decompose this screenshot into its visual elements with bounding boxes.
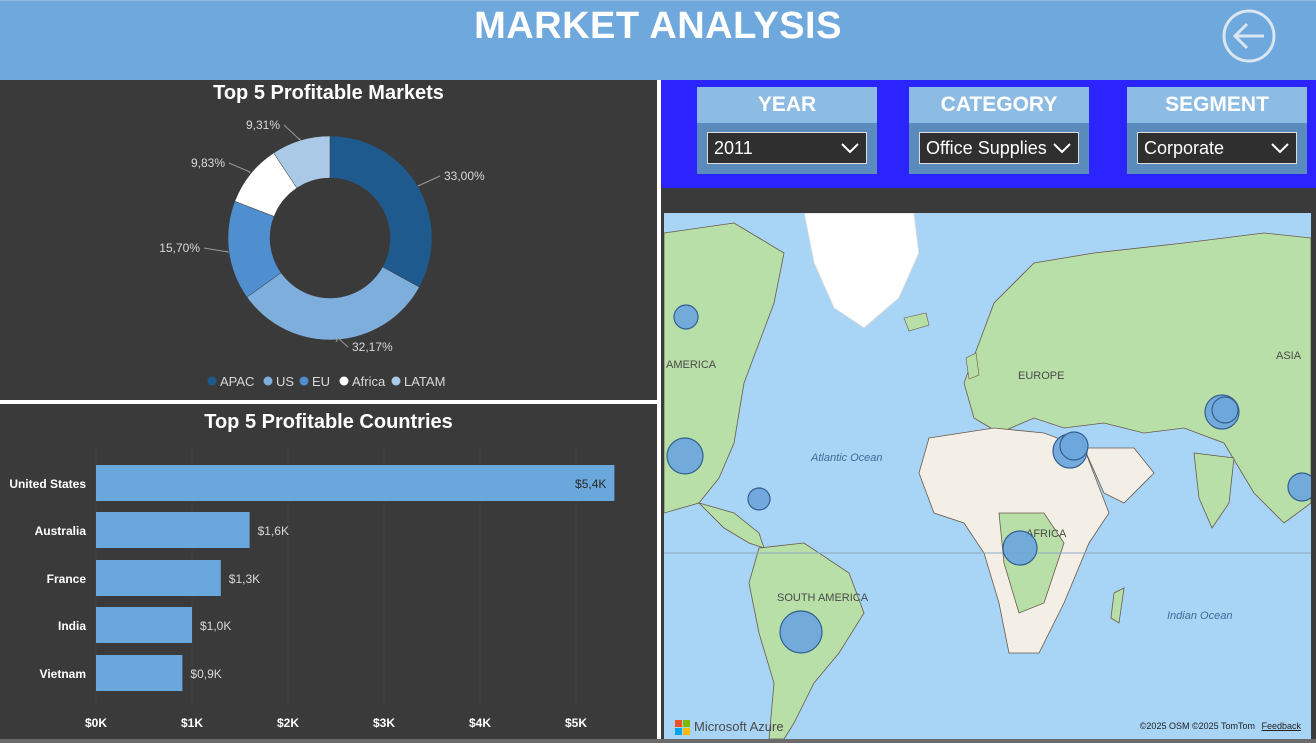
year-slicer-label: YEAR	[697, 87, 877, 123]
legend-item-us[interactable]: US	[276, 374, 294, 389]
legend-marker-icon	[263, 376, 273, 386]
bar-data-label: $5,4K	[575, 477, 606, 491]
donut-data-label: 33,00%	[444, 169, 485, 183]
map-bubble[interactable]	[1287, 472, 1311, 502]
map-bubble[interactable]	[1059, 431, 1089, 461]
donut-data-label: 9,83%	[191, 156, 225, 170]
map-feedback-link[interactable]: Feedback	[1261, 721, 1301, 731]
map-bubble[interactable]	[666, 437, 704, 475]
map-bubble[interactable]	[673, 304, 699, 330]
map-bubble[interactable]	[1002, 530, 1038, 566]
segment-dropdown-value: Corporate	[1144, 138, 1225, 158]
map-attribution: ©2025 OSM ©2025 TomTom Feedback	[1140, 721, 1301, 731]
bar-france[interactable]	[96, 560, 221, 596]
y-category-label: India	[58, 619, 86, 633]
bar-data-label: $0,9K	[190, 667, 221, 681]
bar-australia[interactable]	[96, 512, 250, 548]
segment-dropdown[interactable]: Corporate	[1137, 132, 1297, 164]
chevron-down-icon	[841, 143, 859, 154]
donut-leader-line	[228, 162, 251, 174]
map-bubble[interactable]	[747, 487, 771, 511]
segment-slicer: SEGMENT Corporate	[1127, 87, 1307, 174]
bar-united-states[interactable]	[96, 465, 615, 501]
map-bubble[interactable]	[1211, 396, 1239, 424]
bar-data-label: $1,0K	[200, 619, 231, 633]
y-category-label: United States	[9, 477, 86, 491]
bar-vietnam[interactable]	[96, 655, 183, 691]
markets-donut-panel: Top 5 Profitable Markets 33,00% 32,17% 15,…	[0, 80, 657, 400]
legend-item-apac[interactable]: APAC	[220, 374, 254, 389]
legend-marker-icon	[391, 376, 401, 386]
legend-marker-icon	[299, 376, 309, 386]
map-region-label: Atlantic Ocean	[810, 452, 883, 464]
filter-bar: YEAR 2011 CATEGORY Office Supplies SEGME…	[661, 80, 1316, 188]
map-region-label: AMERICA	[666, 359, 717, 371]
header-bar: MARKET ANALYSIS	[0, 0, 1316, 80]
map-canvas[interactable]: AMERICAEUROPEASIAAtlantic OceanAFRICASOU…	[664, 213, 1311, 739]
donut-leader-line	[417, 175, 441, 187]
page-title: MARKET ANALYSIS	[474, 5, 842, 47]
map-provider-label: Microsoft Azure	[694, 719, 784, 734]
legend-item-africa[interactable]: Africa	[352, 374, 386, 389]
bar-data-label: $1,6K	[258, 524, 289, 538]
map-region-label: EUROPE	[1018, 370, 1064, 382]
donut-data-label: 9,31%	[246, 118, 280, 132]
x-tick-label: $4K	[469, 716, 491, 730]
legend-item-eu[interactable]: EU	[312, 374, 330, 389]
year-dropdown-value: 2011	[714, 138, 753, 158]
chevron-down-icon	[1053, 143, 1071, 154]
y-category-label: Australia	[35, 524, 87, 538]
year-slicer: YEAR 2011	[697, 87, 877, 174]
category-slicer: CATEGORY Office Supplies	[909, 87, 1089, 174]
segment-slicer-label: SEGMENT	[1127, 87, 1307, 123]
bar-chart: $0K $1K $2K $3K $4K $5K United States $5,4K Aust…	[9, 449, 615, 730]
countries-bar-panel: Top 5 Profitable Countries $0K $1K $2K $3K $…	[0, 404, 657, 739]
y-category-label: Vietnam	[40, 667, 86, 681]
x-tick-label: $5K	[565, 716, 587, 730]
map-region-label: ASIA	[1276, 350, 1302, 362]
bar-india[interactable]	[96, 607, 192, 643]
x-tick-label: $1K	[181, 716, 203, 730]
map-region-label: Indian Ocean	[1167, 610, 1232, 622]
category-slicer-label: CATEGORY	[909, 87, 1089, 123]
map-attribution-text: ©2025 OSM ©2025 TomTom	[1139, 721, 1255, 731]
donut-data-label: 32,17%	[352, 340, 393, 354]
y-category-label: France	[47, 572, 87, 586]
category-dropdown[interactable]: Office Supplies	[919, 132, 1079, 164]
map-bubble[interactable]	[779, 610, 823, 654]
bar-data-label: $1,3K	[229, 572, 260, 586]
bottom-strip	[0, 739, 1316, 743]
legend-marker-icon	[339, 376, 349, 386]
donut-data-label: 15,70%	[159, 241, 200, 255]
legend-marker-icon	[207, 376, 217, 386]
donut-chart: 33,00% 32,17% 15,70% 9,83% 9,31% APAC US EU Afri…	[159, 118, 485, 389]
donut-slice-apac[interactable]	[329, 135, 433, 288]
year-dropdown[interactable]: 2011	[707, 132, 867, 164]
donut-leader-line	[283, 124, 301, 142]
chevron-down-icon	[1271, 143, 1289, 154]
legend-item-latam[interactable]: LATAM	[404, 374, 445, 389]
donut-leader-line	[203, 247, 230, 253]
x-tick-label: $2K	[277, 716, 299, 730]
map-region-label: SOUTH AMERICA	[777, 592, 869, 604]
world-map[interactable]: AMERICA EUROPE ASIA Atlantic Ocean AFRICA SOU…	[664, 213, 1311, 739]
x-tick-label: $0K	[85, 716, 107, 730]
back-arrow-icon[interactable]	[1221, 8, 1277, 64]
x-tick-label: $3K	[373, 716, 395, 730]
category-dropdown-value: Office Supplies	[926, 138, 1047, 158]
